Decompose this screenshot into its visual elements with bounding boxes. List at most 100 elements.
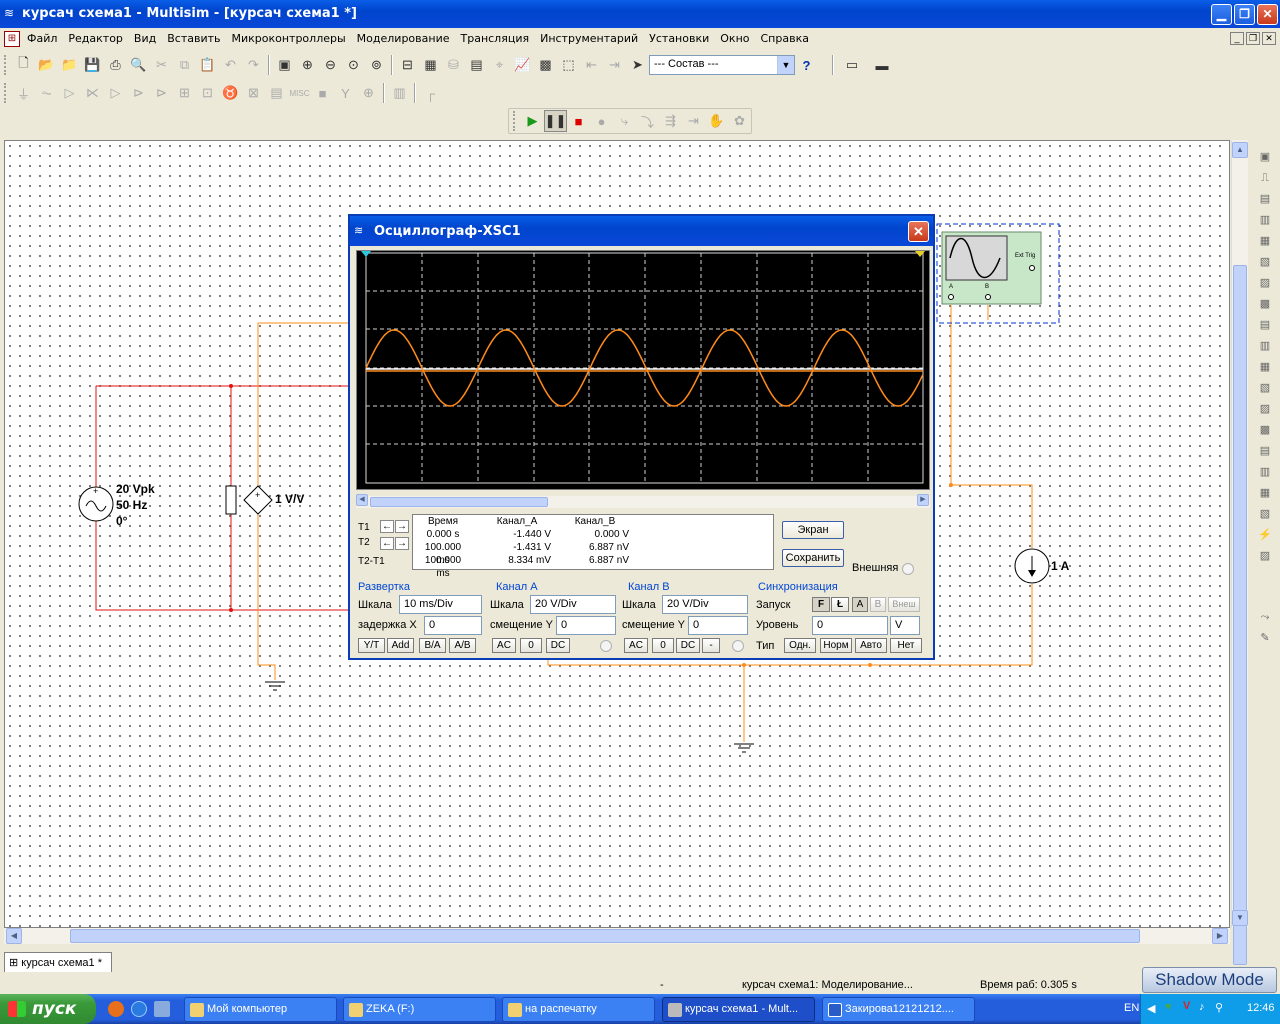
channel-b-scale-field[interactable]: 20 V/Div (662, 595, 748, 614)
external-trigger-terminal[interactable] (902, 563, 914, 575)
scroll-left-icon[interactable]: ◀ (6, 928, 22, 944)
channel-b-offset-field[interactable]: 0 (688, 616, 748, 635)
current-probe-icon[interactable]: ⤳ (1256, 608, 1274, 626)
t2-right-arrow-icon[interactable]: → (395, 537, 409, 550)
channel-b-terminal[interactable] (732, 640, 744, 652)
channel-b-zero-button[interactable]: 0 (652, 638, 674, 653)
timebase-scale-field[interactable]: 10 ms/Div (399, 595, 482, 614)
horizontal-scrollbar[interactable]: ◀ ▶ (4, 928, 1230, 944)
wattmeter-icon[interactable]: ▤ (1256, 190, 1274, 208)
scroll-up-icon[interactable]: ▲ (1232, 142, 1248, 158)
scope-horizontal-scrollbar[interactable]: ◀ ▶ (356, 494, 930, 508)
network-analyzer-icon[interactable]: ▩ (1256, 421, 1274, 439)
trigger-source-b-button[interactable]: B (870, 597, 886, 612)
x-position-field[interactable]: 0 (424, 616, 482, 635)
trigger-none-button[interactable]: Нет (890, 638, 922, 653)
iv-analyzer-icon[interactable]: ▦ (1256, 358, 1274, 376)
channel-b-group: Канал B Шкала 20 V/Div смещение Y 0 AC 0… (620, 578, 750, 656)
controlling-element[interactable] (225, 485, 237, 515)
channel-b-invert-button[interactable]: - (702, 638, 720, 653)
bode-plotter-icon[interactable]: ▧ (1256, 253, 1274, 271)
task-print-folder[interactable]: на распечатку (502, 997, 655, 1022)
t1-left-arrow-icon[interactable]: ← (380, 520, 394, 533)
t2-left-arrow-icon[interactable]: ← (380, 537, 394, 550)
word-generator-icon[interactable]: ▩ (1256, 295, 1274, 313)
labview-icon[interactable]: ▨ (1256, 547, 1274, 565)
save-button[interactable]: Сохранить (782, 549, 844, 567)
vcvs-source[interactable]: + (243, 485, 273, 515)
rising-edge-button[interactable]: F (812, 597, 830, 612)
language-indicator[interactable]: EN (1124, 1002, 1139, 1014)
trigger-normal-button[interactable]: Норм (820, 638, 852, 653)
channel-a-offset-field[interactable]: 0 (556, 616, 616, 635)
oscilloscope-window[interactable]: ≋ Осциллограф-XSC1 ✕ ◀ ▶ T1 ← → T2 ← → T… (348, 214, 935, 660)
status-simulation: курсач схема1: Моделирование... (742, 979, 913, 991)
screen-reverse-button[interactable]: Экран (782, 521, 844, 539)
vertical-scroll-thumb[interactable] (1233, 265, 1247, 965)
channel-a-ac-button[interactable]: AC (492, 638, 516, 653)
falling-edge-button[interactable]: Ł (831, 597, 849, 612)
vertical-scrollbar[interactable]: ▲ ▼ (1231, 140, 1248, 965)
task-drive-f[interactable]: ZEKA (F:) (343, 997, 496, 1022)
scope-close-button[interactable]: ✕ (908, 221, 929, 242)
ba-mode-button[interactable]: B/A (419, 638, 446, 653)
distortion-analyzer-icon[interactable]: ▧ (1256, 379, 1274, 397)
channel-b-ac-button[interactable]: AC (624, 638, 648, 653)
t1-right-arrow-icon[interactable]: → (395, 520, 409, 533)
tektronix-scope-icon[interactable]: ▧ (1256, 505, 1274, 523)
multimeter-icon[interactable]: ▣ (1256, 148, 1274, 166)
current-source[interactable] (1014, 548, 1050, 584)
trigger-level-field[interactable]: 0 (812, 616, 888, 635)
task-my-computer[interactable]: Мой компьютер (184, 997, 337, 1022)
channel-a-dc-button[interactable]: DC (546, 638, 570, 653)
trigger-level-unit[interactable]: V (890, 616, 920, 635)
start-button[interactable]: пуск (0, 994, 96, 1024)
ac-voltage-source[interactable]: + (78, 486, 114, 522)
scope-symbol[interactable] (936, 223, 1060, 324)
show-desktop-icon[interactable] (154, 1001, 170, 1017)
channel-a-scale-field[interactable]: 20 V/Div (530, 595, 616, 614)
scope-scroll-left-icon[interactable]: ◀ (356, 494, 368, 506)
trigger-auto-button[interactable]: Авто (855, 638, 887, 653)
channel-a-zero-button[interactable]: 0 (520, 638, 542, 653)
channel-a-terminal[interactable] (600, 640, 612, 652)
horizontal-scroll-thumb[interactable] (70, 929, 1140, 943)
spectrum-analyzer-icon[interactable]: ▨ (1256, 400, 1274, 418)
trigger-single-button[interactable]: Одн. (784, 638, 816, 653)
tray-collapse-icon[interactable]: ◀ (1147, 1002, 1155, 1015)
channel-a-scale-label: Шкала (490, 599, 524, 611)
tray-antivirus-icon[interactable]: V (1183, 1000, 1190, 1012)
add-mode-button[interactable]: Add (387, 638, 414, 653)
measurement-probe-icon[interactable]: ⚡ (1256, 526, 1274, 544)
tray-network-icon[interactable]: ♥ (1165, 1001, 1172, 1013)
tab-document[interactable]: ⊞ курсач схема1 * (4, 952, 112, 972)
channel-b-dc-button[interactable]: DC (676, 638, 700, 653)
trigger-source-ext-button[interactable]: Внеш (888, 597, 920, 612)
oscilloscope-icon[interactable]: ▥ (1256, 211, 1274, 229)
function-generator-icon[interactable]: ⎍ (1256, 169, 1274, 187)
scope-scroll-right-icon[interactable]: ▶ (917, 494, 929, 506)
frequency-counter-icon[interactable]: ▨ (1256, 274, 1274, 292)
scroll-right-icon[interactable]: ▶ (1212, 928, 1228, 944)
yt-mode-button[interactable]: Y/T (358, 638, 385, 653)
four-channel-scope-icon[interactable]: ▦ (1256, 232, 1274, 250)
trigger-source-a-button[interactable]: A (852, 597, 868, 612)
task-word-doc[interactable]: Закирова12121212.... (822, 997, 975, 1022)
agilent-scope-icon[interactable]: ▦ (1256, 484, 1274, 502)
ie-icon[interactable] (131, 1001, 147, 1017)
scope-screen[interactable] (356, 250, 930, 490)
probe-icon[interactable]: ✎ (1256, 629, 1274, 647)
ab-mode-button[interactable]: A/B (449, 638, 476, 653)
logic-converter-icon[interactable]: ▥ (1256, 337, 1274, 355)
shadow-mode-badge[interactable]: Shadow Mode (1142, 967, 1277, 993)
firefox-icon[interactable] (108, 1001, 124, 1017)
agilent-mm-icon[interactable]: ▥ (1256, 463, 1274, 481)
task-multisim[interactable]: курсач схема1 - Mult... (662, 997, 815, 1022)
tray-usb-icon[interactable]: ⚲ (1215, 1001, 1223, 1014)
logic-analyzer-icon[interactable]: ▤ (1256, 316, 1274, 334)
scroll-down-icon[interactable]: ▼ (1232, 910, 1248, 926)
scope-title-bar[interactable]: ≋ Осциллограф-XSC1 ✕ (350, 216, 933, 246)
agilent-fg-icon[interactable]: ▤ (1256, 442, 1274, 460)
scope-scroll-thumb[interactable] (370, 497, 548, 507)
tray-volume-icon[interactable]: ♪ (1199, 1001, 1205, 1013)
